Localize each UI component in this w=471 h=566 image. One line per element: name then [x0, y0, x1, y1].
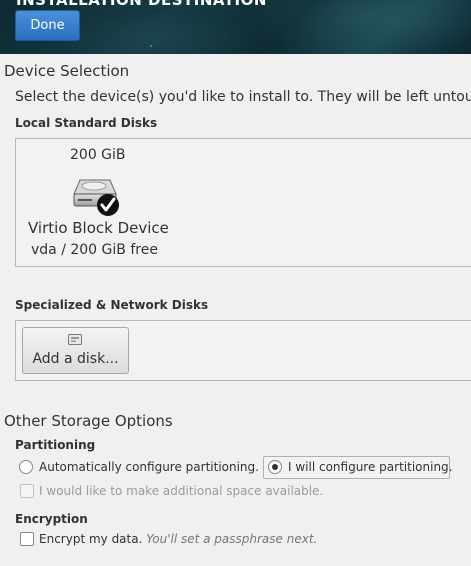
encrypt-label: Encrypt my data.	[39, 532, 143, 546]
auto-partition-radio[interactable]	[19, 460, 33, 474]
extra-space-checkbox[interactable]	[20, 484, 34, 498]
auto-partition-label[interactable]: Automatically configure partitioning.	[39, 460, 259, 474]
encrypt-hint: You'll set a passphrase next.	[146, 532, 318, 546]
partitioning-label: Partitioning	[15, 438, 96, 452]
disk-name: Virtio Block Device	[28, 219, 169, 237]
other-storage-heading: Other Storage Options	[4, 412, 173, 430]
manual-partition-label[interactable]: I will configure partitioning.	[288, 460, 452, 474]
header-glow	[60, 10, 260, 54]
page-title: INSTALLATION DESTINATION	[16, 0, 267, 9]
specialized-disks-label: Specialized & Network Disks	[15, 298, 209, 312]
hard-disk-selected-icon[interactable]	[72, 174, 124, 218]
encrypt-option[interactable]: Encrypt my data. You'll set a passphrase…	[39, 532, 317, 546]
device-selection-intro: Select the device(s) you'd like to insta…	[15, 89, 471, 105]
add-disk-label: Add a disk...	[32, 351, 119, 367]
encrypt-checkbox[interactable]	[20, 532, 34, 546]
disk-size: 200 GiB	[70, 147, 126, 163]
encryption-label: Encryption	[15, 512, 88, 526]
add-disk-button[interactable]: Add a disk...	[22, 327, 129, 374]
local-disks-label: Local Standard Disks	[15, 116, 158, 130]
header-decoration	[150, 45, 152, 47]
disk-small-icon	[68, 334, 82, 345]
device-selection-heading: Device Selection	[4, 62, 130, 80]
header-bar: INSTALLATION DESTINATION Done	[0, 0, 471, 54]
header-glow	[250, 0, 471, 54]
extra-space-label: I would like to make additional space av…	[39, 484, 324, 498]
done-button[interactable]: Done	[15, 10, 80, 41]
manual-partition-radio[interactable]	[268, 460, 282, 474]
disk-detail: vda / 200 GiB free	[31, 242, 158, 258]
